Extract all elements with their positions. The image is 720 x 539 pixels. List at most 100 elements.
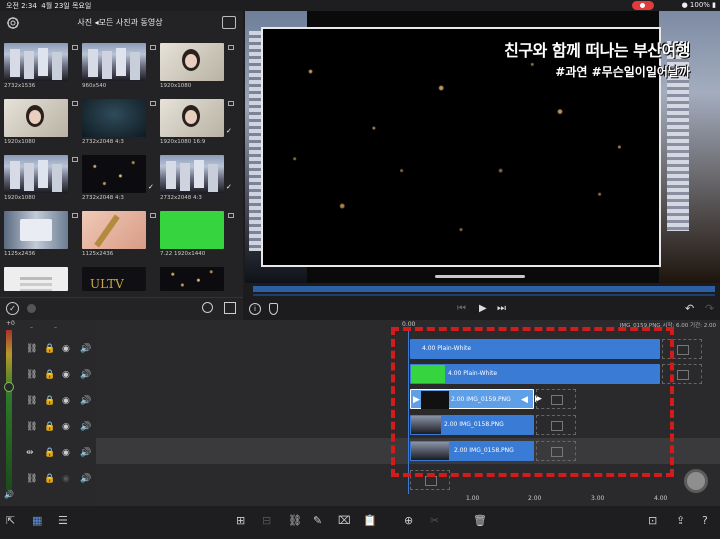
progress-bar-secondary	[253, 294, 715, 296]
clipboard-icon[interactable]: 📋	[363, 514, 377, 527]
settings-gear-icon[interactable]	[6, 16, 20, 30]
title-caption[interactable]: 친구와 함께 떠나는 부산여행	[504, 37, 690, 61]
confirm-check-icon[interactable]: ✓	[6, 302, 19, 315]
photo-icon	[72, 213, 78, 218]
track-row-controls: ⇹ 🔒 ◉ 🔊	[22, 444, 96, 464]
redo-icon[interactable]: ↷	[705, 302, 714, 315]
photo-icon	[228, 45, 234, 50]
thumbnail	[82, 211, 146, 249]
track-row-controls: ⛓ 🔒 ◉ 🔊	[22, 470, 96, 490]
speaker-icon[interactable]: 🔊	[80, 396, 91, 406]
import-download-icon[interactable]	[222, 16, 236, 29]
thumbnail	[160, 99, 224, 137]
delete-trash-icon[interactable]: 🗑	[473, 514, 487, 527]
battery-status: ● 100% ▮	[681, 1, 716, 9]
column-dash: –	[54, 324, 57, 331]
media-item[interactable]: 1125x2436	[82, 211, 156, 257]
lock-icon[interactable]: 🔒	[44, 422, 55, 432]
lock-icon[interactable]: 🔒	[44, 396, 55, 406]
master-volume-knob[interactable]	[4, 382, 14, 392]
visibility-eye-icon[interactable]: ◉	[62, 474, 70, 484]
lock-icon[interactable]: 🔒	[44, 370, 55, 380]
select-dot-icon[interactable]	[27, 304, 36, 313]
audio-level-meter	[6, 330, 12, 490]
photo-icon	[150, 45, 156, 50]
speaker-icon[interactable]: 🔊	[80, 422, 91, 432]
share-icon[interactable]: ⇪	[676, 514, 685, 527]
media-item[interactable]: 960x540	[82, 43, 156, 89]
timeline-view-icon[interactable]: ▦	[32, 514, 42, 527]
thumbnail	[4, 267, 68, 291]
media-item[interactable]: 2732x1536	[4, 43, 78, 89]
link-clips-icon[interactable]: ⛓	[288, 514, 302, 527]
media-item[interactable]	[160, 267, 224, 291]
play-icon[interactable]: ▶	[479, 303, 487, 314]
speaker-icon[interactable]: 🔊	[80, 370, 91, 380]
visibility-eye-icon[interactable]: ◉	[62, 422, 70, 432]
video-preview[interactable]: 친구와 함께 떠나는 부산여행 #과연 #무슨일이일어날까	[245, 11, 720, 301]
draw-pen-icon[interactable]: ✎	[313, 514, 322, 527]
grid-view-icon[interactable]	[224, 302, 236, 314]
status-bar: 오전 2:34 4월 23일 목요일 ● 100% ▮	[0, 0, 720, 11]
timeline-ruler-bottom: 1.00 2.00 3.00 4.00	[400, 492, 720, 504]
media-item[interactable]: 1920x1080	[160, 43, 234, 89]
photo-icon	[72, 45, 78, 50]
skip-forward-icon[interactable]: ⏭	[497, 303, 506, 314]
thumbnail	[4, 155, 68, 193]
add-clip-icon[interactable]: ⊞	[236, 514, 245, 527]
media-item[interactable]: ✓ 2732x2048 4:3	[160, 155, 232, 201]
master-speaker-icon[interactable]: 🔊	[4, 490, 14, 499]
visibility-eye-icon[interactable]: ◉	[62, 344, 70, 354]
media-item[interactable]: 1125x2436	[4, 211, 78, 257]
link-icon[interactable]: ⛓	[26, 422, 37, 432]
add-icon[interactable]: ⊕	[404, 514, 413, 527]
link-icon[interactable]: ⛓	[26, 396, 37, 406]
thumbnail	[4, 211, 68, 249]
checkmark-icon: ✓	[226, 127, 232, 135]
media-item[interactable]	[4, 267, 68, 291]
speaker-icon[interactable]: 🔊	[80, 344, 91, 354]
preview-scrubber[interactable]	[435, 275, 525, 278]
snapshot-icon[interactable]: ⌧	[338, 514, 351, 527]
undo-icon[interactable]: ↶	[685, 302, 694, 315]
lock-icon[interactable]: 🔒	[44, 344, 55, 354]
media-album-title[interactable]: 사진 ◂모든 사진과 동영상	[55, 17, 185, 28]
help-icon[interactable]: ?	[702, 514, 708, 527]
thumbnail	[160, 155, 224, 193]
search-icon[interactable]	[202, 302, 213, 313]
thumbnail	[4, 99, 68, 137]
audio-link-icon[interactable]: ⇹	[26, 448, 34, 458]
copy-icon[interactable]: ⊟	[262, 514, 271, 527]
link-icon[interactable]: ⛓	[26, 370, 37, 380]
layout-icon[interactable]: ⊡	[648, 514, 657, 527]
marker-icon[interactable]	[269, 303, 278, 315]
link-icon[interactable]: ⛓	[26, 344, 37, 354]
media-item[interactable]: 1920x1080	[4, 99, 78, 145]
lock-icon[interactable]: 🔒	[44, 474, 55, 484]
track-view-icon[interactable]: ☰	[58, 514, 68, 527]
export-icon[interactable]: ⇱	[6, 514, 15, 527]
hashtag-caption[interactable]: #과연 #무슨일이일어날까	[555, 63, 690, 80]
speaker-icon[interactable]: 🔊	[80, 474, 91, 484]
visibility-eye-icon[interactable]: ◉	[62, 448, 70, 458]
thumbnail	[82, 267, 146, 291]
visibility-eye-icon[interactable]: ◉	[62, 396, 70, 406]
media-item[interactable]: 7.22 1920x1440	[160, 211, 234, 257]
media-item[interactable]: ✓ 1920x1080 16:9	[160, 99, 234, 145]
visibility-eye-icon[interactable]: ◉	[62, 370, 70, 380]
thumbnail	[82, 99, 146, 137]
media-browser: 사진 ◂모든 사진과 동영상 2732x1536 960x540 1920x10…	[0, 11, 243, 321]
media-item[interactable]: 1920x1080	[4, 155, 78, 201]
speaker-icon[interactable]: 🔊	[80, 448, 91, 458]
info-icon[interactable]: i	[249, 303, 261, 315]
checkmark-icon: ✓	[148, 183, 154, 191]
floating-action-button[interactable]	[684, 469, 708, 493]
media-item[interactable]: ✓ 2732x2048 4:3	[82, 155, 154, 201]
media-item[interactable]	[82, 267, 146, 291]
lock-icon[interactable]: 🔒	[44, 448, 55, 458]
link-icon[interactable]: ⛓	[26, 474, 37, 484]
cut-scissors-icon[interactable]: ✂	[430, 514, 439, 527]
screen-record-indicator[interactable]	[632, 1, 654, 10]
media-item[interactable]: 2732x2048 4:3	[82, 99, 156, 145]
skip-back-icon[interactable]: ⏮	[457, 303, 466, 314]
